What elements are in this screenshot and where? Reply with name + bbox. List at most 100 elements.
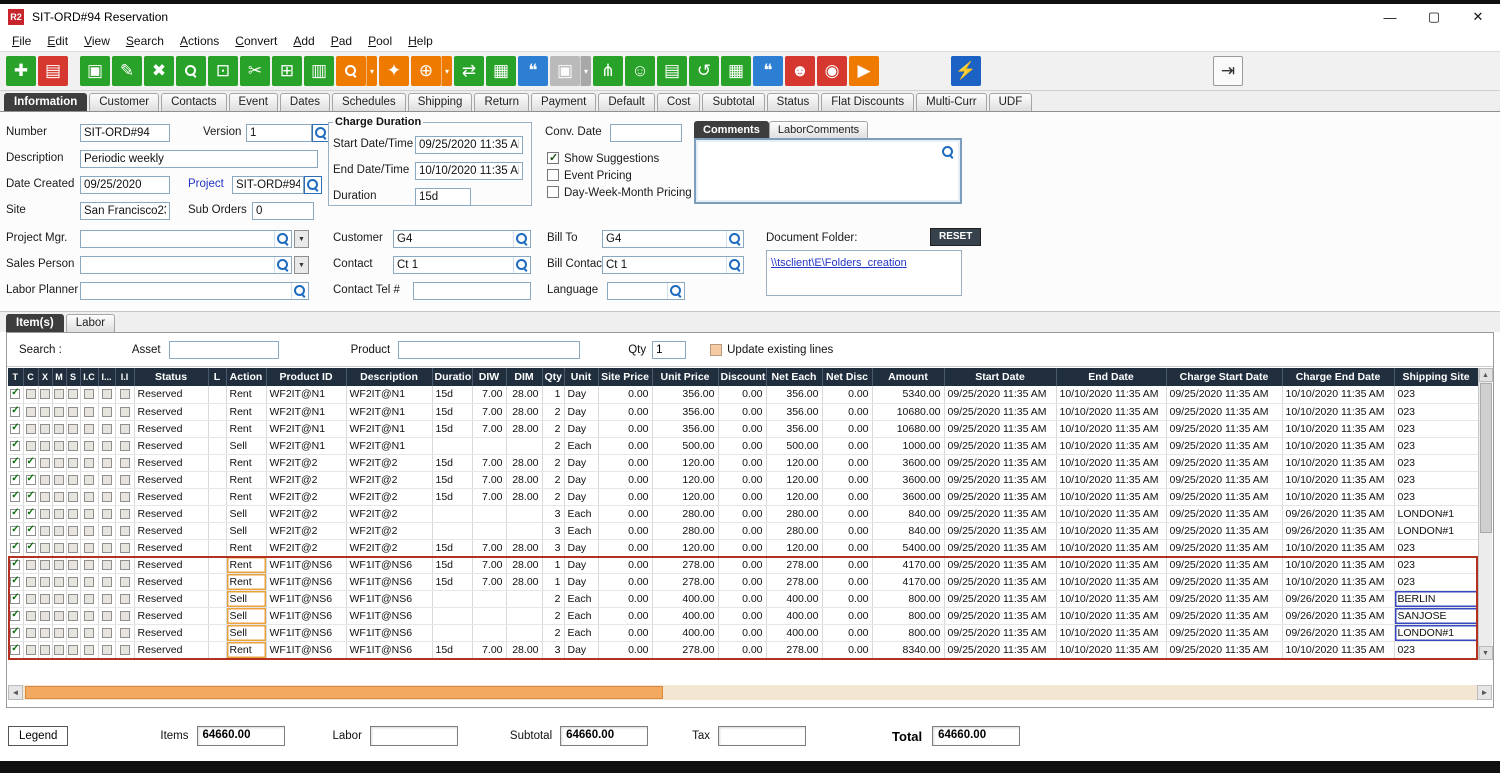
cell-net_each[interactable]: 356.00 (766, 386, 822, 403)
row-check-x[interactable] (40, 594, 50, 604)
cell-end_date[interactable]: 10/10/2020 11:35 AM (1056, 556, 1166, 573)
cell-discount[interactable]: 0.00 (718, 488, 766, 505)
cell-dim[interactable] (506, 505, 542, 522)
row-check-x[interactable] (40, 389, 50, 399)
cell-x[interactable] (38, 573, 52, 590)
cell-s[interactable] (66, 420, 80, 437)
row-check-ic[interactable] (84, 458, 94, 468)
cell-diw[interactable] (472, 505, 506, 522)
cell-t[interactable] (8, 471, 23, 488)
scroll-down-icon[interactable]: ▼ (1479, 646, 1493, 660)
description-field[interactable] (80, 150, 318, 168)
row-check-s[interactable] (68, 424, 78, 434)
cell-c[interactable] (23, 641, 38, 658)
cell-discount[interactable]: 0.00 (718, 539, 766, 556)
cell-end_date[interactable]: 10/10/2020 11:35 AM (1056, 488, 1166, 505)
cell-charge_end[interactable]: 09/26/2020 11:35 AM (1282, 607, 1394, 624)
cell-x[interactable] (38, 590, 52, 607)
quick-action-icon[interactable]: ⚡ (951, 56, 981, 86)
cell-net_each[interactable]: 356.00 (766, 420, 822, 437)
cell-m[interactable] (52, 624, 66, 641)
cell-amount[interactable]: 840.00 (872, 522, 944, 539)
cell-diw[interactable]: 7.00 (472, 386, 506, 403)
cell-m[interactable] (52, 522, 66, 539)
cell-amount[interactable]: 840.00 (872, 505, 944, 522)
cell-dim[interactable]: 28.00 (506, 556, 542, 573)
cell-t[interactable] (8, 522, 23, 539)
cell-s[interactable] (66, 403, 80, 420)
column-header-unit[interactable]: Unit (564, 368, 598, 386)
cell-duration[interactable] (432, 624, 472, 641)
cell-c[interactable] (23, 454, 38, 471)
row-check-s[interactable] (68, 475, 78, 485)
cell-unit_price[interactable]: 120.00 (652, 539, 718, 556)
cell-action[interactable]: Rent (226, 454, 266, 471)
cell-description[interactable]: WF2IT@N1 (346, 403, 432, 420)
cell-unit[interactable]: Each (564, 437, 598, 454)
menu-actions[interactable]: Actions (172, 32, 227, 50)
cell-charge_start[interactable]: 09/25/2020 11:35 AM (1166, 522, 1282, 539)
cell-s[interactable] (66, 573, 80, 590)
row-check-m[interactable] (54, 407, 64, 417)
cell-description[interactable]: WF2IT@2 (346, 454, 432, 471)
cell-dim[interactable]: 28.00 (506, 403, 542, 420)
grid-row[interactable]: ReservedRentWF1IT@NS6WF1IT@NS615d7.0028.… (8, 641, 1478, 658)
cell-charge_start[interactable]: 09/25/2020 11:35 AM (1166, 607, 1282, 624)
cell-unit_price[interactable]: 278.00 (652, 641, 718, 658)
cell-t[interactable] (8, 607, 23, 624)
cell-idot[interactable] (98, 539, 115, 556)
cell-m[interactable] (52, 454, 66, 471)
cell-dim[interactable] (506, 437, 542, 454)
cell-end_date[interactable]: 10/10/2020 11:35 AM (1056, 607, 1166, 624)
cell-unit[interactable]: Day (564, 641, 598, 658)
cell-end_date[interactable]: 10/10/2020 11:35 AM (1056, 437, 1166, 454)
cell-action[interactable]: Rent (226, 471, 266, 488)
event-pricing-checkbox[interactable] (547, 169, 559, 181)
cell-start_date[interactable]: 09/25/2020 11:35 AM (944, 488, 1056, 505)
cell-discount[interactable]: 0.00 (718, 590, 766, 607)
cut-icon[interactable]: ✂ (240, 56, 270, 86)
row-check-m[interactable] (54, 458, 64, 468)
cell-net_each[interactable]: 400.00 (766, 607, 822, 624)
copy-icon[interactable]: ⊞ (272, 56, 302, 86)
grid-row[interactable]: ReservedSellWF2IT@N1WF2IT@N12Each0.00500… (8, 437, 1478, 454)
cell-idot[interactable] (98, 573, 115, 590)
row-check-s[interactable] (68, 577, 78, 587)
cell-end_date[interactable]: 10/10/2020 11:35 AM (1056, 522, 1166, 539)
cell-duration[interactable] (432, 505, 472, 522)
cell-x[interactable] (38, 454, 52, 471)
labor-planner-field[interactable] (81, 283, 291, 299)
column-header-x[interactable]: X (38, 368, 52, 386)
comments-icon[interactable]: ❝ (518, 56, 548, 86)
cell-ic[interactable] (80, 522, 98, 539)
cell-l[interactable] (208, 573, 226, 590)
cell-s[interactable] (66, 505, 80, 522)
cell-c[interactable] (23, 522, 38, 539)
row-check-ii[interactable] (120, 628, 130, 638)
cell-m[interactable] (52, 556, 66, 573)
row-check-c[interactable] (26, 509, 36, 519)
tab-schedules[interactable]: Schedules (332, 93, 406, 111)
cell-ic[interactable] (80, 454, 98, 471)
row-check-c[interactable] (26, 526, 36, 536)
cell-discount[interactable]: 0.00 (718, 454, 766, 471)
row-check-idot[interactable] (102, 407, 112, 417)
cell-product_id[interactable]: WF2IT@2 (266, 505, 346, 522)
cell-c[interactable] (23, 539, 38, 556)
row-check-ic[interactable] (84, 407, 94, 417)
cell-l[interactable] (208, 454, 226, 471)
cell-charge_start[interactable]: 09/25/2020 11:35 AM (1166, 624, 1282, 641)
cell-c[interactable] (23, 420, 38, 437)
contact-field[interactable] (394, 257, 513, 273)
tab-udf[interactable]: UDF (989, 93, 1033, 111)
tab-cost[interactable]: Cost (657, 93, 701, 111)
vertical-scrollbar[interactable]: ▲ ▼ (1478, 368, 1492, 660)
cell-idot[interactable] (98, 590, 115, 607)
cell-net_each[interactable]: 278.00 (766, 556, 822, 573)
cell-charge_end[interactable]: 10/10/2020 11:35 AM (1282, 386, 1394, 403)
maximize-button[interactable]: ▢ (1412, 4, 1456, 30)
cell-ii[interactable] (115, 590, 134, 607)
sub-orders-field[interactable] (252, 202, 314, 220)
cell-charge_start[interactable]: 09/25/2020 11:35 AM (1166, 437, 1282, 454)
row-check-x[interactable] (40, 577, 50, 587)
